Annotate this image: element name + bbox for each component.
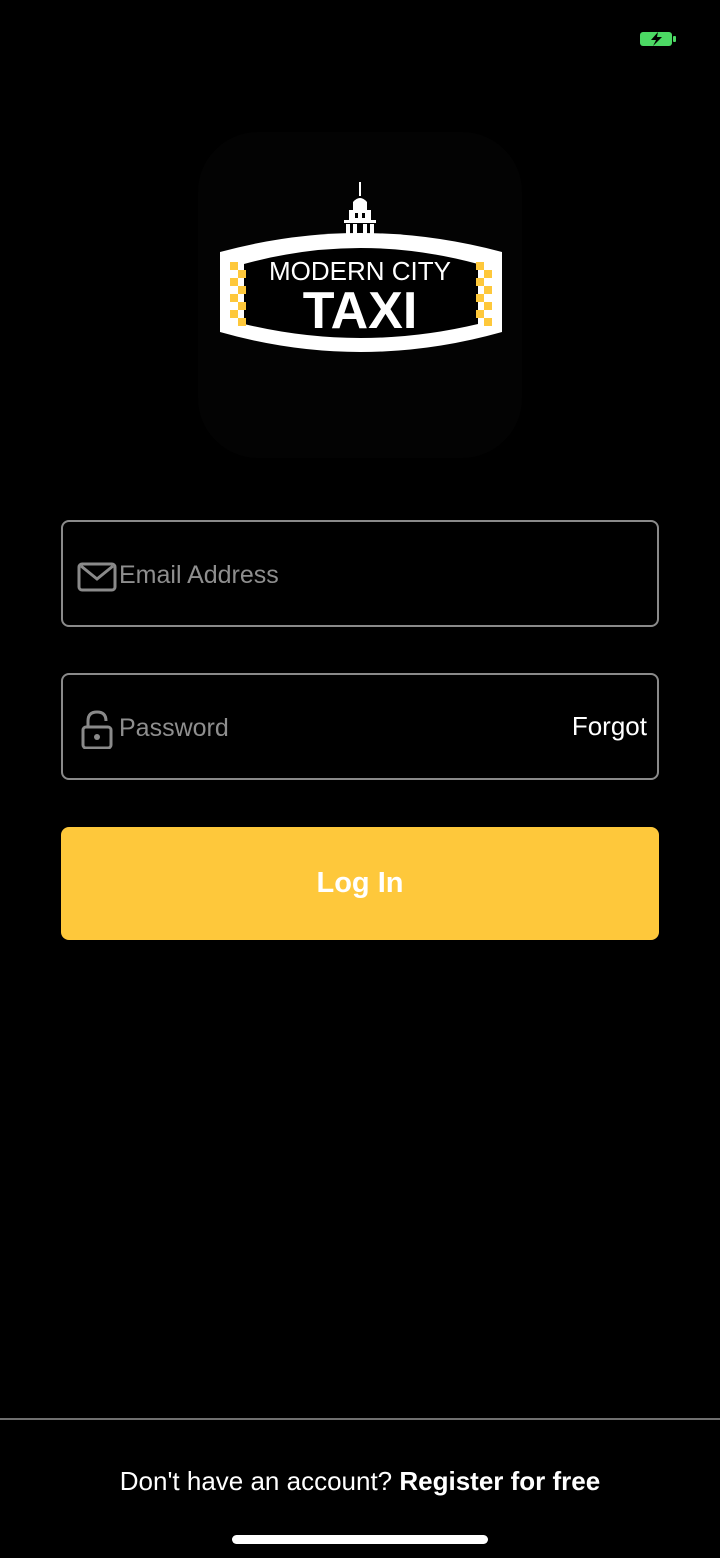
logo-line2: TAXI (303, 282, 418, 340)
modern-city-taxi-logo: MODERN CITY TAXI (220, 182, 502, 352)
email-input[interactable] (119, 552, 539, 598)
envelope-icon (77, 562, 117, 592)
email-field[interactable] (61, 520, 659, 627)
home-indicator[interactable] (232, 1535, 488, 1544)
register-link[interactable]: Register for free (399, 1466, 600, 1496)
login-button[interactable]: Log In (61, 827, 659, 940)
battery-charging-icon (640, 32, 676, 46)
app-logo: MODERN CITY TAXI (198, 132, 522, 458)
footer-divider (0, 1418, 720, 1420)
password-input[interactable] (119, 705, 539, 751)
forgot-password-link[interactable]: Forgot (572, 711, 647, 742)
password-field[interactable]: Forgot (61, 673, 659, 780)
lock-icon (81, 710, 113, 749)
register-prompt: Don't have an account? (119, 1466, 400, 1496)
register-row: Don't have an account? Register for free (0, 1466, 720, 1497)
